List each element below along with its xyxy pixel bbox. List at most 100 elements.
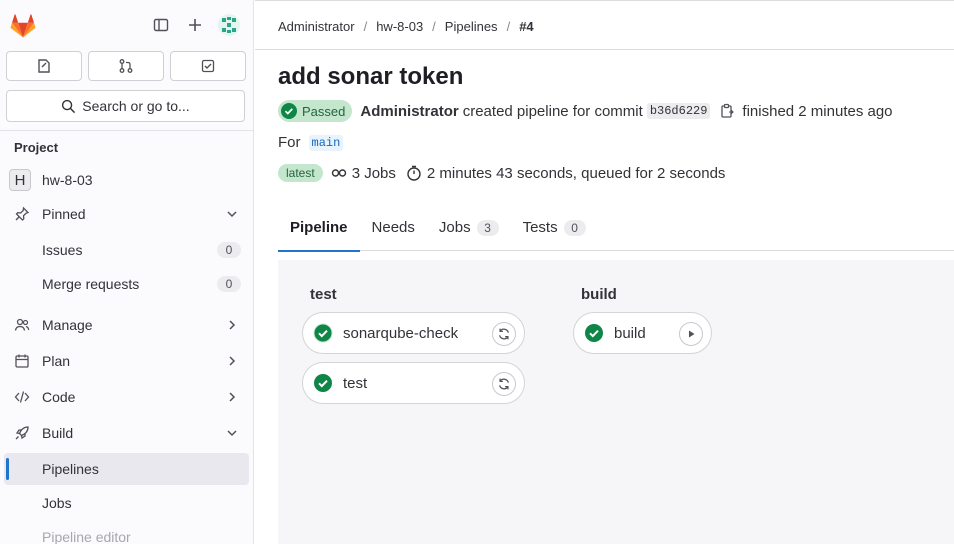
sidebar-item-label: Issues: [42, 242, 83, 258]
play-button[interactable]: [679, 322, 703, 346]
status-success-icon: [585, 324, 603, 342]
chevron-down-icon: [227, 211, 237, 218]
gitlab-logo-icon[interactable]: [9, 12, 37, 40]
ref-link[interactable]: main: [308, 134, 344, 151]
top-border: [255, 0, 954, 1]
sidebar-item-label: Pipeline editor: [42, 529, 131, 544]
copy-icon[interactable]: [719, 103, 735, 119]
sidebar-item-label: Pipelines: [42, 461, 99, 477]
merge-requests-shortcut-button[interactable]: [88, 51, 164, 81]
tab-count-badge: 3: [476, 219, 499, 236]
for-label: For: [278, 134, 301, 151]
sidebar-item-issues[interactable]: Issues 0: [4, 234, 249, 266]
status-success-icon: [281, 103, 297, 119]
tab-label: Tests: [522, 219, 558, 236]
stage-title: build: [581, 286, 617, 303]
sidebar-section-title: Project: [14, 140, 59, 155]
sidebar-item-label: Code: [42, 389, 76, 405]
code-icon: [13, 388, 31, 406]
timer-icon: [407, 165, 421, 181]
todo-icon: [201, 59, 215, 73]
page-title: add sonar token: [278, 63, 464, 90]
job-name: test: [343, 374, 368, 392]
main-content: Administrator / hw-8-03 / Pipelines / #4…: [255, 0, 954, 544]
chevron-down-icon: [227, 430, 237, 437]
users-icon: [13, 316, 31, 334]
calendar-icon: [13, 352, 31, 370]
retry-icon: [499, 328, 509, 340]
project-avatar: H: [9, 169, 31, 191]
play-icon: [689, 330, 695, 338]
tab-needs[interactable]: Needs: [360, 204, 427, 251]
sidebar-item-pinned[interactable]: Pinned: [4, 198, 249, 230]
sidebar-item-project[interactable]: H hw-8-03: [4, 164, 249, 196]
job-card[interactable]: sonarqube-check: [302, 312, 525, 354]
search-button[interactable]: Search or go to...: [6, 90, 245, 122]
breadcrumb-separator: /: [432, 19, 436, 34]
sidebar-item-plan[interactable]: Plan: [4, 345, 249, 377]
sidebar-item-label: Manage: [42, 317, 93, 333]
tab-jobs[interactable]: Jobs 3: [427, 204, 511, 251]
user-avatar[interactable]: [218, 14, 240, 36]
tab-pipeline[interactable]: Pipeline: [278, 204, 360, 252]
breadcrumb-item[interactable]: Administrator: [278, 19, 355, 34]
retry-button[interactable]: [492, 372, 516, 396]
status-success-icon: [313, 323, 333, 343]
duration-text: 2 minutes 43 seconds, queued for 2 secon…: [426, 164, 726, 182]
author-link[interactable]: Administrator: [360, 103, 458, 120]
sidebar-item-label: Plan: [42, 353, 71, 369]
job-card[interactable]: test: [302, 362, 525, 404]
sidebar-item-jobs[interactable]: Jobs: [4, 487, 249, 519]
created-text: created pipeline for commit: [462, 102, 643, 120]
status-success-icon: [314, 374, 332, 392]
job-card[interactable]: build: [573, 312, 712, 354]
status-badge[interactable]: Passed: [278, 100, 353, 122]
breadcrumb-divider: [255, 49, 954, 50]
pipeline-details-line: latest 3 Jobs 2 minutes 43 seconds, queu…: [278, 162, 725, 184]
breadcrumb-separator: /: [506, 19, 511, 34]
tab-label: Pipeline: [290, 219, 348, 236]
sidebar-item-manage[interactable]: Manage: [4, 309, 249, 341]
pipeline-graph: test sonarqube-check test build build: [278, 260, 954, 544]
pipeline-summary: Passed Administrator created pipeline fo…: [278, 99, 893, 123]
jobs-count-text: 3 Jobs: [351, 164, 396, 182]
search-label: Search or go to...: [82, 98, 190, 114]
tab-tests[interactable]: Tests 0: [511, 204, 598, 251]
issues-shortcut-button[interactable]: [6, 51, 82, 81]
sidebar-item-code[interactable]: Code: [4, 381, 249, 413]
sidebar-item-merge-requests[interactable]: Merge requests 0: [4, 268, 249, 300]
breadcrumb-item[interactable]: hw-8-03: [376, 19, 423, 34]
breadcrumb-item-current[interactable]: #4: [519, 19, 533, 34]
sidebar-item-label: Jobs: [42, 495, 72, 511]
sidebar-item-pipeline-editor[interactable]: Pipeline editor: [4, 521, 249, 544]
plus-icon[interactable]: [186, 16, 204, 34]
search-icon: [62, 99, 76, 113]
merge-request-icon: [119, 59, 133, 73]
sidebar: Search or go to... Project H hw-8-03 Pin…: [0, 0, 254, 544]
merge-requests-count-badge: 0: [217, 276, 241, 292]
pipeline-icon: [331, 169, 346, 177]
sidebar-toggle-icon[interactable]: [152, 16, 170, 34]
chevron-right-icon: [229, 392, 236, 402]
todos-shortcut-button[interactable]: [170, 51, 246, 81]
sidebar-divider: [0, 130, 253, 131]
pipeline-tabs: Pipeline Needs Jobs 3 Tests 0: [278, 204, 954, 252]
pipeline-ref-line: For main: [278, 134, 344, 151]
chevron-right-icon: [229, 356, 236, 366]
tab-count-badge: 0: [563, 219, 586, 236]
sidebar-item-pipelines[interactable]: Pipelines: [4, 453, 249, 485]
issues-count-badge: 0: [217, 242, 241, 258]
tab-label: Needs: [371, 219, 415, 236]
sidebar-item-label: Build: [42, 425, 74, 441]
retry-button[interactable]: [492, 322, 516, 346]
stage-title: test: [310, 286, 337, 303]
sidebar-item-build[interactable]: Build: [4, 417, 249, 449]
rocket-icon: [13, 424, 31, 442]
tab-label: Jobs: [438, 219, 471, 236]
commit-sha[interactable]: b36d6229: [646, 103, 711, 119]
job-name: build: [614, 324, 646, 342]
breadcrumb-separator: /: [363, 19, 368, 34]
issues-icon: [38, 59, 50, 73]
sidebar-shortcuts: [6, 51, 246, 81]
breadcrumb-item[interactable]: Pipelines: [445, 19, 498, 34]
